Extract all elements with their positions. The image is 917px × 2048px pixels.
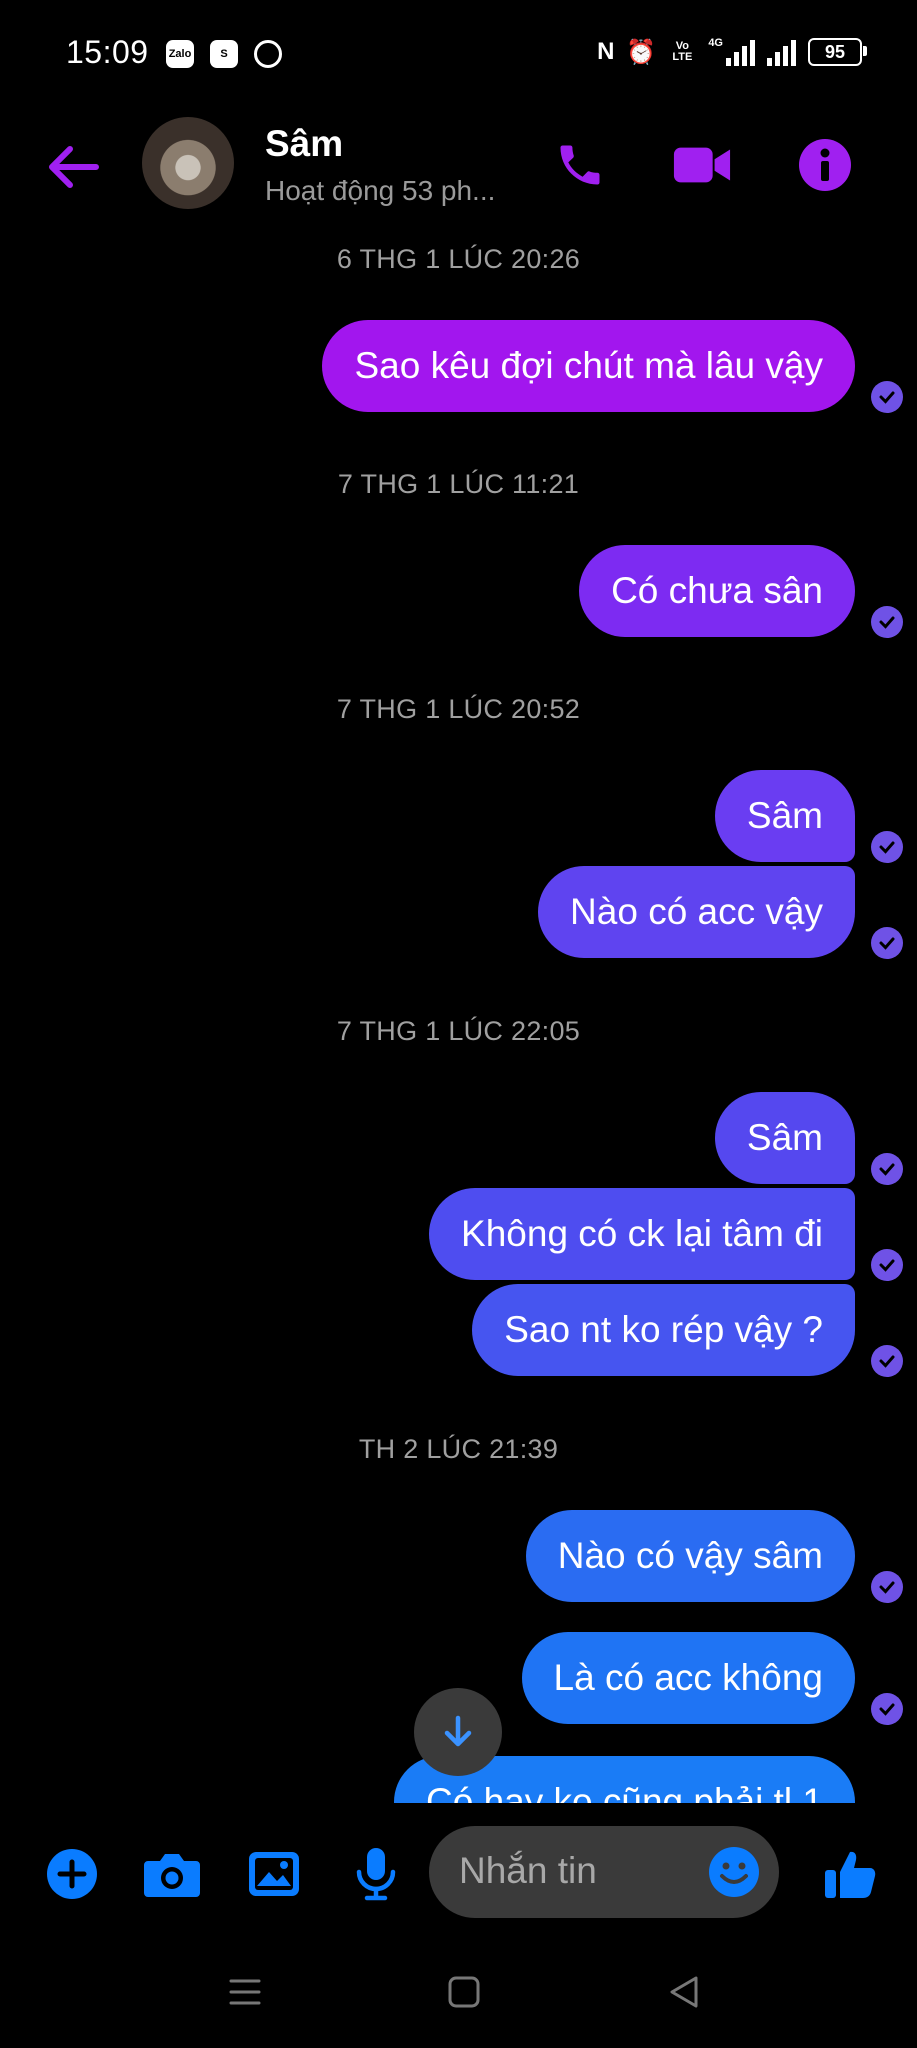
seen-check-icon <box>871 927 903 959</box>
arrow-down-icon <box>444 1715 472 1747</box>
menu-button[interactable] <box>225 1972 265 2012</box>
chat-header: Sâm Hoạt động 53 ph... <box>0 105 917 225</box>
info-icon <box>799 139 851 191</box>
square-icon <box>448 1976 480 2008</box>
seen-check-icon <box>871 1249 903 1281</box>
network-type: 4G <box>708 37 723 49</box>
seen-check-icon <box>871 1153 903 1185</box>
home-button[interactable] <box>444 1972 484 2012</box>
seen-check-icon <box>871 381 903 413</box>
camera-button[interactable] <box>142 1844 202 1904</box>
avatar[interactable] <box>142 117 234 209</box>
alarm-icon: ⏰ <box>626 38 657 66</box>
signal-4g-icon: 4G <box>708 38 755 66</box>
message-input[interactable]: Nhắn tin <box>429 1826 779 1918</box>
timestamp: TH 2 LÚC 21:39 <box>358 1434 559 1464</box>
battery-level: 95 <box>824 41 846 62</box>
camera-icon <box>144 1854 200 1897</box>
message-bubble[interactable]: Sâm <box>714 770 855 862</box>
seen-check-icon <box>871 606 903 638</box>
volte-indicator: Vo LTE <box>672 40 693 63</box>
timestamp: 7 THG 1 LÚC 20:52 <box>336 694 581 724</box>
status-bar: 15:09 Zalo S N ⏰ Vo LTE 4G 95 <box>0 0 917 105</box>
status-time: 15:09 <box>66 34 149 70</box>
back-arrow-icon <box>49 146 99 188</box>
menu-icon <box>229 1979 261 2005</box>
message-input-placeholder: Nhắn tin <box>459 1850 597 1891</box>
microphone-icon <box>356 1848 396 1901</box>
message-bubble[interactable]: Sâm <box>714 1092 855 1184</box>
smiley-icon <box>709 1847 759 1897</box>
back-nav-button[interactable] <box>664 1972 704 2012</box>
active-status: Hoạt động 53 ph... <box>265 175 496 206</box>
system-nav-bar <box>0 1940 917 2048</box>
emoji-button[interactable] <box>708 1846 760 1898</box>
message-bubble[interactable]: Có chưa sân <box>579 545 855 637</box>
message-bubble[interactable]: Không có ck lại tâm đi <box>429 1188 855 1280</box>
seen-check-icon <box>871 1571 903 1603</box>
video-call-button[interactable] <box>672 135 732 195</box>
seen-check-icon <box>871 1345 903 1377</box>
message-bubble[interactable]: Nào có acc vậy <box>538 866 855 958</box>
shopee-app-icon: S <box>210 40 238 68</box>
plus-icon <box>47 1849 97 1899</box>
timestamp: 6 THG 1 LÚC 20:26 <box>336 244 581 274</box>
message-bubble[interactable]: Sao kêu đợi chút mà lâu vậy <box>322 320 855 412</box>
nfc-icon: N <box>597 38 615 65</box>
thumbs-up-icon <box>825 1851 876 1898</box>
composer-bar: Nhắn tin <box>0 1820 917 1930</box>
compass-icon <box>254 40 282 68</box>
seen-check-icon <box>871 831 903 863</box>
contact-name[interactable]: Sâm <box>265 123 343 165</box>
phone-icon <box>560 145 600 185</box>
scroll-to-bottom-button[interactable] <box>414 1688 502 1776</box>
voice-record-button[interactable] <box>346 1844 406 1904</box>
timestamp: 7 THG 1 LÚC 22:05 <box>336 1016 581 1046</box>
zalo-app-icon: Zalo <box>166 40 194 68</box>
info-button[interactable] <box>795 135 855 195</box>
back-button[interactable] <box>44 142 100 192</box>
triangle-back-icon <box>670 1976 698 2008</box>
like-button[interactable] <box>820 1844 880 1904</box>
timestamp: 7 THG 1 LÚC 11:21 <box>337 469 580 499</box>
video-camera-icon <box>673 147 731 183</box>
voice-call-button[interactable] <box>550 135 610 195</box>
image-icon <box>249 1852 299 1896</box>
more-actions-button[interactable] <box>42 1844 102 1904</box>
battery-icon: 95 <box>808 38 867 66</box>
message-bubble[interactable]: Nào có vậy sâm <box>525 1510 855 1602</box>
message-bubble[interactable]: Sao nt ko rép vậy ? <box>472 1284 855 1376</box>
gallery-button[interactable] <box>244 1844 304 1904</box>
signal-icon <box>767 38 796 66</box>
